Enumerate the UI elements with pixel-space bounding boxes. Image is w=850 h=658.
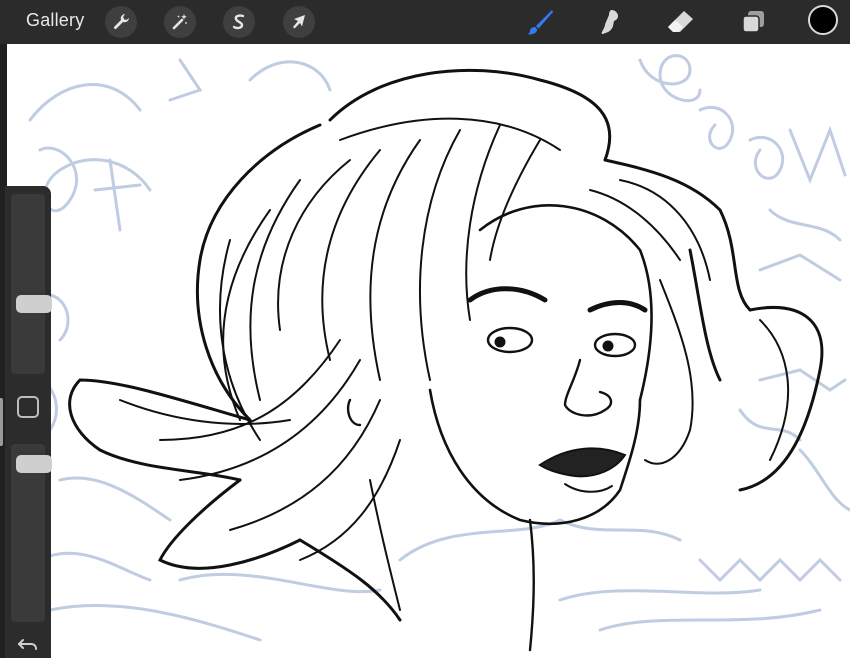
eraser-icon xyxy=(668,11,693,32)
layers-button[interactable] xyxy=(735,4,771,40)
selection-s-icon xyxy=(232,14,245,30)
gallery-button[interactable]: Gallery xyxy=(26,10,84,31)
color-picker-button[interactable] xyxy=(808,5,838,35)
sketch-layer xyxy=(8,54,850,642)
transform-button[interactable] xyxy=(283,6,315,38)
opacity-handle[interactable] xyxy=(16,454,52,473)
top-toolbar: Gallery xyxy=(0,0,850,44)
transform-arrow-icon xyxy=(293,15,305,29)
magic-wand-icon xyxy=(172,14,187,30)
opacity-slider[interactable] xyxy=(11,444,52,622)
artwork xyxy=(8,54,850,652)
undo-button[interactable] xyxy=(15,634,41,654)
adjustments-button[interactable] xyxy=(164,6,196,38)
drawing-canvas[interactable] xyxy=(0,44,850,658)
brush-icon xyxy=(527,10,553,35)
smudge-tool-button[interactable] xyxy=(592,4,628,40)
actions-button[interactable] xyxy=(105,6,137,38)
brush-tool-button[interactable] xyxy=(522,4,558,40)
ink-layer xyxy=(68,68,824,652)
modify-button[interactable] xyxy=(17,396,39,418)
undo-icon xyxy=(18,639,37,650)
wrench-icon xyxy=(113,14,129,30)
smudge-icon xyxy=(601,10,618,34)
sidebar-toggle-handle[interactable] xyxy=(0,398,3,446)
selection-button[interactable] xyxy=(223,6,255,38)
eraser-tool-button[interactable] xyxy=(662,4,698,40)
left-sidebar xyxy=(5,186,52,658)
brush-size-slider[interactable] xyxy=(11,194,52,374)
brush-size-handle[interactable] xyxy=(16,295,52,314)
layers-icon xyxy=(742,11,764,33)
